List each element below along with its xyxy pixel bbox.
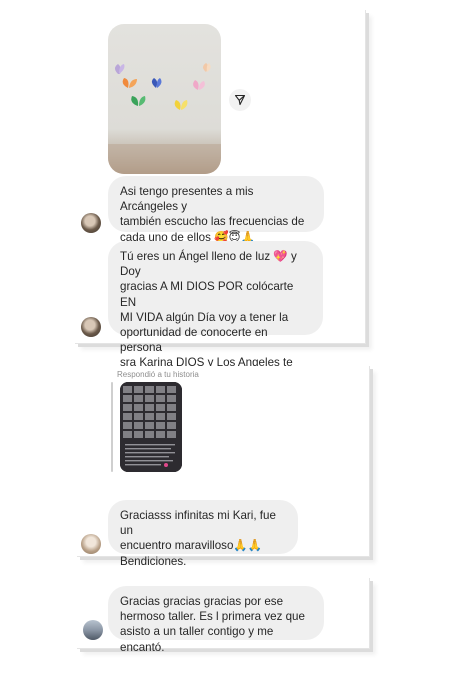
- story-reply-label: Respondió a tu historia: [117, 370, 199, 379]
- message-bubble[interactable]: Graciasss infinitas mi Kari, fue un encu…: [108, 500, 298, 568]
- avatar[interactable]: [83, 620, 103, 640]
- butterflies-image: [108, 63, 221, 174]
- conversation-card-3: Gracias gracias gracias por ese hermoso …: [77, 578, 370, 654]
- story-thumbnail[interactable]: [120, 382, 182, 472]
- avatar[interactable]: [81, 213, 101, 233]
- shared-photo[interactable]: [108, 24, 221, 174]
- conversation-card-2: Respondió a tu historia Graciasss infini…: [77, 366, 370, 568]
- share-button[interactable]: [229, 89, 251, 111]
- message-bubble[interactable]: Gracias gracias gracias por ese hermoso …: [108, 586, 324, 654]
- share-icon: [234, 94, 246, 106]
- avatar[interactable]: [81, 534, 101, 554]
- conversation-card-1: Asi tengo presentes a mis Arcángeles y t…: [75, 10, 366, 400]
- message-bubble[interactable]: Asi tengo presentes a mis Arcángeles y t…: [108, 176, 324, 244]
- story-image: [120, 382, 182, 472]
- reply-indicator: [111, 382, 113, 472]
- avatar[interactable]: [81, 317, 101, 337]
- message-bubble[interactable]: Tú eres un Ángel lleno de luz 💖 y Doy gr…: [108, 241, 323, 400]
